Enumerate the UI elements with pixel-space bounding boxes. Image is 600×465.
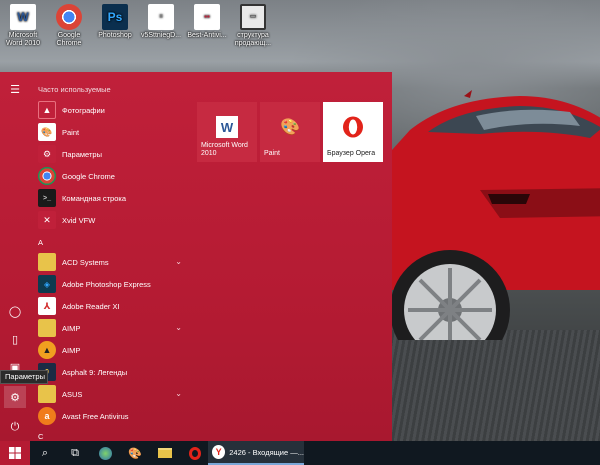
photos-icon: ▲ bbox=[38, 101, 56, 119]
desktop-icon-label: Microsoft Word 2010 bbox=[5, 32, 41, 47]
desktop-icon-label: Photoshop bbox=[98, 32, 132, 39]
avast-icon: a bbox=[38, 407, 56, 425]
app-item-adobe-reader[interactable]: ⅄ Adobe Reader XI bbox=[38, 296, 188, 316]
app-label: ASUS bbox=[62, 389, 83, 399]
power-icon[interactable]: ⏻ bbox=[4, 416, 26, 438]
app-label: Paint bbox=[62, 127, 80, 137]
app-item-settings[interactable]: ⚙ Параметры bbox=[38, 144, 188, 164]
folder-icon bbox=[38, 319, 56, 337]
app-item-xvid[interactable]: ✕ Xvid VFW bbox=[38, 210, 188, 230]
chrome-icon bbox=[38, 167, 56, 185]
yandex-browser-icon: Y bbox=[212, 445, 226, 459]
desktop-icon-photoshop[interactable]: Ps Photoshop bbox=[92, 4, 138, 40]
app-label: ACD Systems bbox=[62, 257, 109, 267]
taskbar: ⌕ ⧉ 🎨 Y 2426 - Входящие —... bbox=[0, 441, 600, 465]
letter-header-a[interactable]: A bbox=[38, 238, 43, 247]
desktop-icon-label: Google Chrome bbox=[56, 32, 82, 47]
app-label: Google Chrome bbox=[62, 171, 115, 181]
app-label: Xvid VFW bbox=[62, 215, 96, 225]
screen-doc-icon: ▭ bbox=[240, 4, 266, 30]
settings-gear-icon[interactable]: ⚙ bbox=[4, 386, 26, 408]
chevron-down-icon: ⌄ bbox=[175, 257, 182, 266]
gear-icon: ⚙ bbox=[38, 145, 56, 163]
xvid-icon: ✕ bbox=[38, 211, 56, 229]
taskbar-app-globe-icon[interactable] bbox=[90, 441, 120, 465]
desktop-icon-chrome[interactable]: Google Chrome bbox=[46, 4, 92, 48]
cmd-icon: >_ bbox=[38, 189, 56, 207]
chevron-down-icon: ⌄ bbox=[175, 389, 182, 398]
app-label: AIMP bbox=[62, 323, 81, 333]
app-label: Параметры bbox=[62, 149, 102, 159]
folder-icon bbox=[38, 385, 56, 403]
app-label: AIMP bbox=[62, 345, 81, 355]
tile-label: Paint bbox=[264, 150, 280, 157]
app-label: Avast Free Antivirus bbox=[62, 411, 129, 421]
taskbar-task-label: 2426 - Входящие —... bbox=[229, 447, 304, 457]
windows-start-icon[interactable] bbox=[0, 441, 30, 465]
app-label: Adobe Photoshop Express bbox=[62, 279, 151, 289]
chrome-icon bbox=[56, 4, 82, 30]
tile-word[interactable]: W Microsoft Word 2010 bbox=[197, 102, 257, 162]
paint-icon: 🎨 bbox=[280, 119, 300, 136]
app-item-asphalt[interactable]: 9 Asphalt 9: Легенды bbox=[38, 362, 188, 382]
desktop-icon-label: структура продающ... bbox=[234, 32, 272, 47]
taskbar-paint-icon[interactable]: 🎨 bbox=[120, 441, 150, 465]
pdf-icon: ⅄ bbox=[38, 297, 56, 315]
search-icon[interactable]: ⌕ bbox=[30, 441, 60, 465]
chevron-down-icon: ⌄ bbox=[175, 323, 182, 332]
documents-icon[interactable]: ▯ bbox=[4, 328, 26, 350]
app-item-ps-express[interactable]: ◈ Adobe Photoshop Express bbox=[38, 274, 188, 294]
user-icon[interactable]: ◯ bbox=[4, 300, 26, 322]
app-item-avast[interactable]: a Avast Free Antivirus bbox=[38, 406, 188, 426]
task-view-icon[interactable]: ⧉ bbox=[60, 441, 90, 465]
paint-icon: 🎨 bbox=[38, 123, 56, 141]
desktop-icon-label: v5SttniegD... bbox=[140, 32, 182, 39]
word-icon: W bbox=[10, 4, 36, 30]
document-icon: ▪▪ bbox=[194, 4, 220, 30]
app-item-photos[interactable]: ▲ Фотографии bbox=[38, 100, 188, 120]
document-icon: ≡ bbox=[148, 4, 174, 30]
word-icon: W bbox=[216, 116, 238, 138]
tile-label: Microsoft Word 2010 bbox=[201, 142, 248, 157]
app-label: Фотографии bbox=[62, 105, 105, 115]
wallpaper-red-car bbox=[390, 90, 600, 340]
most-used-header: Часто используемые bbox=[38, 85, 111, 94]
photoshop-icon: Ps bbox=[102, 4, 128, 30]
app-label: Asphalt 9: Легенды bbox=[62, 367, 128, 377]
wallpaper-ground bbox=[392, 330, 600, 441]
opera-icon bbox=[342, 116, 364, 138]
app-item-aimp[interactable]: ▲ AIMP bbox=[38, 340, 188, 360]
desktop-icon-struktura[interactable]: ▭ структура продающ... bbox=[230, 4, 276, 48]
desktop-icon-best-antivirus[interactable]: ▪▪ Best-Antivi... bbox=[184, 4, 230, 40]
app-item-paint[interactable]: 🎨 Paint bbox=[38, 122, 188, 142]
folder-icon bbox=[38, 253, 56, 271]
aimp-icon: ▲ bbox=[38, 341, 56, 359]
start-menu: ☰ ◯ ▯ ▣ ⚙ ⏻ Часто используемые ▲ Фотогра… bbox=[0, 72, 392, 441]
settings-tooltip: Параметры bbox=[0, 370, 48, 384]
app-label: Adobe Reader XI bbox=[62, 301, 120, 311]
file-explorer-icon[interactable] bbox=[150, 441, 180, 465]
app-item-asus[interactable]: ASUS ⌄ bbox=[38, 384, 188, 404]
start-rail: ☰ ◯ ▯ ▣ ⚙ ⏻ bbox=[0, 72, 30, 441]
ps-express-icon: ◈ bbox=[38, 275, 56, 293]
app-item-chrome[interactable]: Google Chrome bbox=[38, 166, 188, 186]
tile-paint[interactable]: 🎨 Paint bbox=[260, 102, 320, 162]
taskbar-opera-icon[interactable] bbox=[180, 441, 210, 465]
tile-opera[interactable]: Браузер Opera bbox=[323, 102, 383, 162]
desktop-icon-word[interactable]: W Microsoft Word 2010 bbox=[0, 4, 46, 48]
menu-icon[interactable]: ☰ bbox=[4, 78, 26, 100]
tile-label: Браузер Opera bbox=[327, 150, 376, 157]
app-item-acd-systems[interactable]: ACD Systems ⌄ bbox=[38, 252, 188, 272]
taskbar-task-yandex[interactable]: Y 2426 - Входящие —... bbox=[208, 441, 304, 465]
desktop-icon-v5s[interactable]: ≡ v5SttniegD... bbox=[138, 4, 184, 40]
app-label: Командная строка bbox=[62, 193, 126, 203]
app-item-cmd[interactable]: >_ Командная строка bbox=[38, 188, 188, 208]
app-item-aimp-folder[interactable]: AIMP ⌄ bbox=[38, 318, 188, 338]
desktop-icon-label: Best-Antivi... bbox=[187, 32, 227, 39]
letter-header-c[interactable]: C bbox=[38, 432, 43, 441]
